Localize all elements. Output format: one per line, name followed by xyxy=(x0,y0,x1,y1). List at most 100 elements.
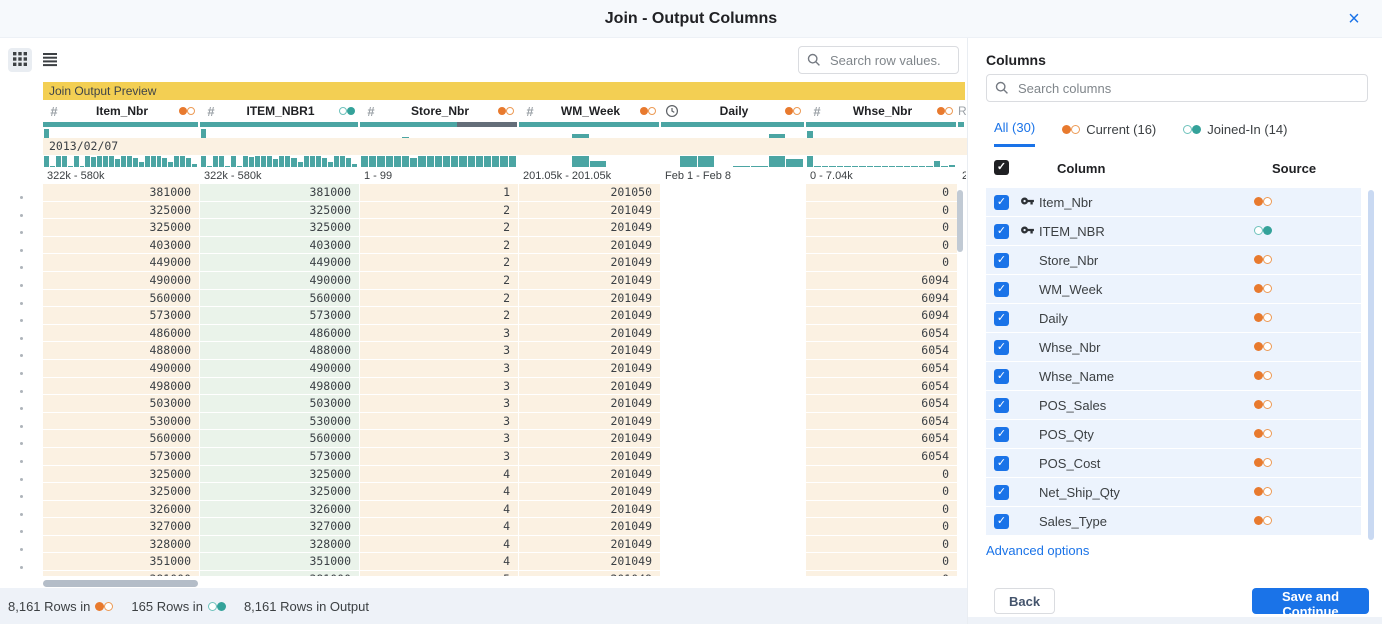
table-cell: 325000 xyxy=(43,483,199,501)
range-label: 1 - 99 xyxy=(360,167,519,184)
close-icon[interactable]: × xyxy=(1342,7,1366,31)
source-dot-filled xyxy=(1254,371,1263,380)
column-checkbox[interactable]: ✓ xyxy=(994,514,1009,529)
column-list-item-Net_Ship_Qty[interactable]: ✓Net_Ship_Qty xyxy=(986,478,1361,506)
back-button[interactable]: Back xyxy=(994,588,1055,614)
data-quality-bar xyxy=(43,122,198,127)
histogram-bar xyxy=(91,157,96,167)
data-quality-bar xyxy=(958,122,964,127)
table-cell: 327000 xyxy=(43,518,199,536)
table-cell: 3 xyxy=(360,325,518,343)
source-dot-outline xyxy=(793,107,801,115)
column-list-item-Store_Nbr[interactable]: ✓Store_Nbr xyxy=(986,246,1361,274)
column-list-item-Whse_Name[interactable]: ✓Whse_Name xyxy=(986,362,1361,390)
column-checkbox[interactable]: ✓ xyxy=(994,427,1009,442)
table-cell: 381000 xyxy=(200,571,359,576)
data-quality-bar xyxy=(200,122,358,127)
source-dot-outline xyxy=(1263,371,1272,380)
bottom-strip xyxy=(968,617,1382,624)
histogram-bar xyxy=(340,156,345,167)
column-checkbox[interactable]: ✓ xyxy=(994,340,1009,355)
save-and-continue-button[interactable]: Save and Continue xyxy=(1252,588,1369,614)
column-list-scrollbar[interactable] xyxy=(1368,190,1374,540)
source-dot-outline xyxy=(1263,487,1272,496)
column-item-label: ITEM_NBR xyxy=(1039,224,1105,239)
table-cell: 0 xyxy=(806,219,957,237)
column-list: ✓Item_Nbr✓ITEM_NBR✓Store_Nbr✓WM_Week✓Dai… xyxy=(986,188,1361,536)
column-list-item-ITEM_NBR[interactable]: ✓ ITEM_NBR xyxy=(986,217,1361,245)
join-output-preview-banner: Join Output Preview xyxy=(43,82,965,100)
histogram-bar xyxy=(867,166,873,167)
vertical-scrollbar[interactable] xyxy=(957,190,963,252)
column-list-item-Sales_Type[interactable]: ✓Sales_Type xyxy=(986,507,1361,535)
source-dot-filled xyxy=(937,107,945,115)
column-list-item-Item_Nbr[interactable]: ✓Item_Nbr xyxy=(986,188,1361,216)
column-header[interactable]: #ITEM_NBR1 xyxy=(200,100,360,122)
source-dot-outline xyxy=(1263,429,1272,438)
grid-view-icon[interactable] xyxy=(8,48,32,72)
advanced-options-link[interactable]: Advanced options xyxy=(986,543,1089,558)
column-checkbox[interactable]: ✓ xyxy=(994,282,1009,297)
histogram-bar xyxy=(852,166,858,167)
histogram-bar xyxy=(844,166,850,167)
column-header[interactable]: #Item_Nbr xyxy=(43,100,200,122)
column-header[interactable]: #Store_Nbr xyxy=(360,100,519,122)
preview-column-partial: R2 xyxy=(958,100,966,576)
row-search-input[interactable] xyxy=(828,52,950,69)
horizontal-scrollbar[interactable] xyxy=(43,580,198,587)
column-header[interactable]: #WM_Week xyxy=(519,100,661,122)
data-quality-bar xyxy=(519,122,659,127)
range-label: 322k - 580k xyxy=(200,167,360,184)
column-header[interactable]: #Whse_Nbr xyxy=(806,100,958,122)
source-dot-filled xyxy=(1263,226,1272,235)
column-checkbox[interactable]: ✓ xyxy=(994,398,1009,413)
table-cell: 201049 xyxy=(519,378,660,396)
table-cell: 201049 xyxy=(519,290,660,308)
row-marker xyxy=(20,214,23,217)
table-cell: 325000 xyxy=(200,219,359,237)
tab-label: Joined-In (14) xyxy=(1207,122,1287,137)
source-dot-outline xyxy=(1263,284,1272,293)
column-header[interactable]: Daily xyxy=(661,100,806,122)
table-cell: 4 xyxy=(360,483,518,501)
column-checkbox[interactable]: ✓ xyxy=(994,195,1009,210)
histogram-bar xyxy=(733,166,750,167)
column-search-input[interactable] xyxy=(1016,80,1359,97)
column-checkbox[interactable]: ✓ xyxy=(994,311,1009,326)
histogram-bar xyxy=(225,166,230,167)
column-list-item-Daily[interactable]: ✓Daily xyxy=(986,304,1361,332)
column-checkbox[interactable]: ✓ xyxy=(994,369,1009,384)
table-cell: 201049 xyxy=(519,501,660,519)
column-list-item-POS_Sales[interactable]: ✓POS_Sales xyxy=(986,391,1361,419)
table-cell: 2 xyxy=(360,219,518,237)
tab-current[interactable]: Current (16) xyxy=(1062,120,1156,147)
histogram-bar xyxy=(698,155,715,167)
column-list-item-POS_Cost[interactable]: ✓POS_Cost xyxy=(986,449,1361,477)
list-view-icon[interactable] xyxy=(38,48,62,72)
table-cell: 201049 xyxy=(519,219,660,237)
data-quality-bar xyxy=(661,122,804,127)
column-list-item-Whse_Nbr[interactable]: ✓Whse_Nbr xyxy=(986,333,1361,361)
column-name: WM_Week xyxy=(541,104,640,118)
column-list-item-WM_Week[interactable]: ✓WM_Week xyxy=(986,275,1361,303)
column-header: R xyxy=(958,100,966,122)
column-list-item-POS_Qty[interactable]: ✓POS_Qty xyxy=(986,420,1361,448)
tab-all[interactable]: All (30) xyxy=(994,120,1035,147)
histogram-bar xyxy=(410,158,417,167)
tab-joined-in[interactable]: Joined-In (14) xyxy=(1183,120,1287,147)
histogram-bar xyxy=(50,166,55,167)
source-dot-filled xyxy=(1254,429,1263,438)
column-checkbox[interactable]: ✓ xyxy=(994,456,1009,471)
table-cell: 351000 xyxy=(43,553,199,571)
select-all-checkbox[interactable]: ✓ xyxy=(994,160,1009,175)
table-cell: 201049 xyxy=(519,571,660,576)
table-cell: 201049 xyxy=(519,360,660,378)
table-cell: 201050 xyxy=(519,184,660,202)
column-name: Store_Nbr xyxy=(382,104,498,118)
column-checkbox[interactable]: ✓ xyxy=(994,253,1009,268)
table-cell: 4 xyxy=(360,553,518,571)
column-checkbox[interactable]: ✓ xyxy=(994,485,1009,500)
histogram-bar xyxy=(322,158,327,167)
search-icon xyxy=(807,53,821,67)
column-checkbox[interactable]: ✓ xyxy=(994,224,1009,239)
